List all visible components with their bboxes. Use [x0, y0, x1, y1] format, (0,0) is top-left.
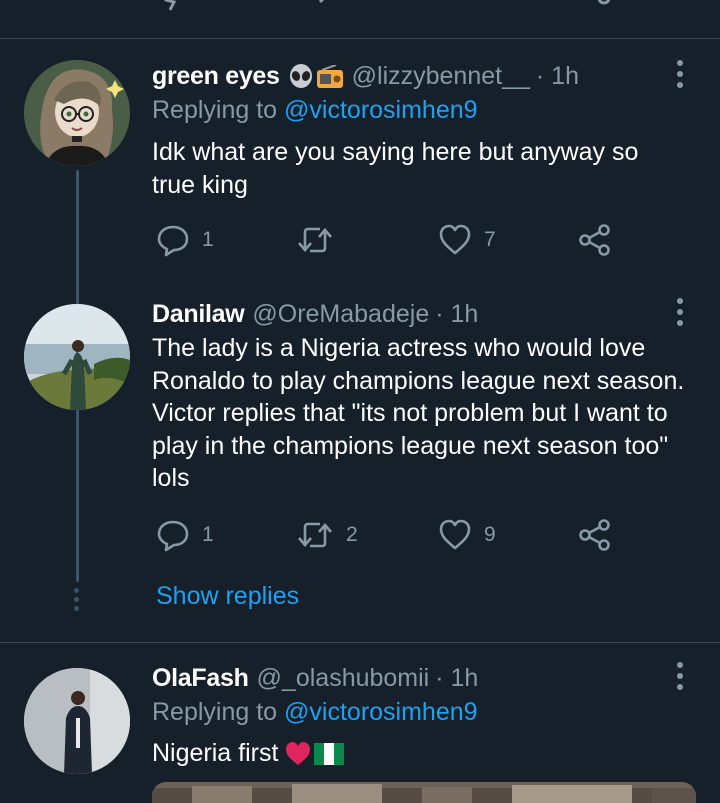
share-button[interactable] [578, 223, 612, 257]
reply-icon [157, 520, 189, 552]
retweet-count: 2 [346, 523, 358, 546]
like-button[interactable]: 9 [438, 518, 496, 552]
show-replies-link[interactable]: Show replies [156, 582, 299, 611]
tweet-text-row: Nigeria first [152, 736, 692, 770]
tweet-header: OlaFash @_olashubomii · 1h [152, 661, 478, 695]
display-name[interactable]: green eyes [152, 62, 280, 91]
like-count: 7 [484, 228, 496, 251]
thread-continuation-dots [74, 588, 79, 611]
share-icon [579, 519, 610, 551]
avatar-illustration [24, 60, 130, 166]
reply-count: 1 [202, 228, 214, 251]
retweet-button[interactable]: 2 [296, 518, 358, 552]
more-options-icon[interactable] [670, 656, 690, 696]
reply-icon [157, 225, 189, 257]
like-button[interactable]: 7 [438, 223, 496, 257]
tweet-image[interactable] [152, 782, 696, 803]
alien-emoji-icon [288, 62, 314, 91]
retweet-icon[interactable] [298, 0, 334, 10]
share-icon [579, 224, 610, 256]
divider [0, 642, 720, 643]
user-handle[interactable]: @OreMabadeje [252, 300, 429, 329]
user-handle[interactable]: @_olashubomii [257, 664, 430, 693]
replying-to-mention[interactable]: @victorosimhen9 [284, 698, 478, 726]
tweet-text: The lady is a Nigeria actress who would … [152, 334, 685, 492]
red-heart-emoji-icon [284, 737, 312, 770]
reply-count: 1 [202, 523, 214, 546]
radio-emoji-icon [316, 62, 344, 91]
tweet-header: green eyes @lizzybennet__ · 1h [152, 59, 579, 93]
display-name[interactable]: OlaFash [152, 664, 249, 693]
replying-to-label: Replying to [152, 698, 278, 726]
tweet-header: Danilaw @OreMabadeje · 1h [152, 297, 478, 331]
tweet-text: Idk what are you saying here but anyway … [152, 138, 639, 199]
avatar[interactable] [24, 60, 130, 166]
divider [0, 38, 720, 39]
timestamp[interactable]: · 1h [435, 664, 478, 693]
like-count: 9 [484, 523, 496, 546]
retweet-icon [298, 522, 332, 548]
timestamp[interactable]: · 1h [435, 300, 478, 329]
heart-icon [439, 224, 471, 255]
reply-button[interactable]: 1 [156, 223, 214, 257]
display-name[interactable]: Danilaw [152, 300, 245, 329]
replying-to-mention[interactable]: @victorosimhen9 [284, 96, 478, 124]
reply-icon[interactable] [158, 0, 192, 12]
replying-to: Replying to @victorosimhen9 [152, 698, 478, 727]
like-icon[interactable] [440, 0, 474, 10]
avatar-photo [24, 304, 130, 410]
user-handle[interactable]: @lizzybennet__ [352, 62, 530, 91]
share-button[interactable] [578, 518, 612, 552]
timestamp[interactable]: · 1h [536, 62, 579, 91]
heart-icon [439, 519, 471, 550]
more-options-icon[interactable] [670, 292, 690, 332]
replying-to: Replying to @victorosimhen9 [152, 96, 478, 125]
tweet-image-preview [152, 782, 696, 803]
more-options-icon[interactable] [670, 54, 690, 94]
share-icon[interactable] [580, 0, 612, 14]
retweet-icon [298, 227, 332, 253]
reply-button[interactable]: 1 [156, 518, 214, 552]
nigeria-flag-emoji-icon [314, 737, 345, 770]
avatar-photo [24, 668, 130, 774]
avatar[interactable] [24, 668, 130, 774]
retweet-button[interactable] [296, 223, 346, 257]
avatar[interactable] [24, 304, 130, 410]
tweet-text: Nigeria first [152, 738, 279, 767]
replying-to-label: Replying to [152, 96, 278, 124]
